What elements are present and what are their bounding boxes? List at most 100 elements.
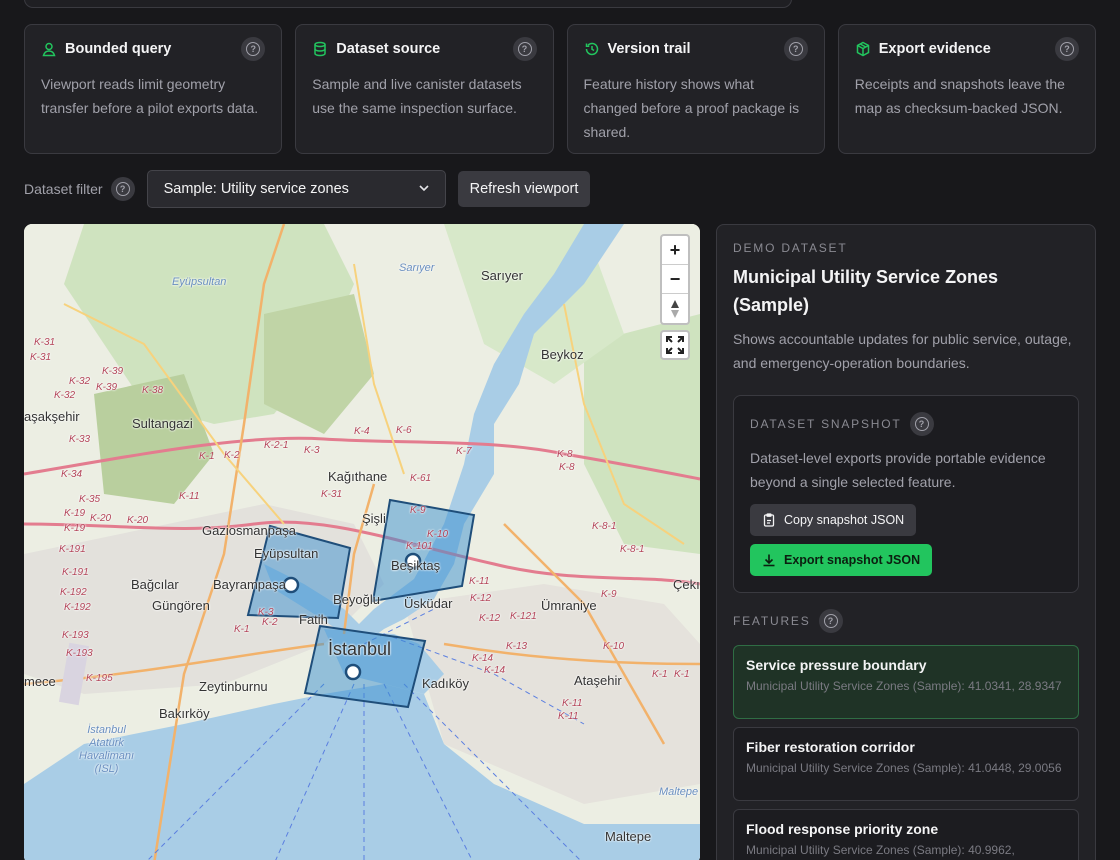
map-label: Maltepe bbox=[605, 829, 652, 844]
map-label: aşakşehir bbox=[24, 409, 80, 424]
copy-snapshot-button[interactable]: Copy snapshot JSON bbox=[750, 504, 917, 536]
compass-icon bbox=[671, 299, 679, 318]
road-label: K-191 bbox=[59, 544, 86, 555]
chevron-down-icon bbox=[419, 183, 429, 195]
top-bar-edge bbox=[24, 0, 792, 8]
road-label: K-19 bbox=[64, 508, 86, 519]
history-icon bbox=[584, 41, 600, 57]
database-icon bbox=[312, 41, 328, 57]
help-icon: ? bbox=[1060, 42, 1074, 56]
map-label: Maltepe bbox=[659, 786, 699, 798]
snapshot-box: DATASET SNAPSHOT ? Dataset-level exports… bbox=[733, 395, 1079, 593]
map-label: Şişli bbox=[362, 511, 386, 526]
map-label: Zeytinburnu bbox=[199, 679, 268, 694]
help-icon: ? bbox=[115, 182, 130, 196]
help-icon: ? bbox=[914, 417, 929, 431]
map-label: Bakırköy bbox=[159, 706, 210, 721]
panel-eyebrow: DEMO DATASET bbox=[733, 241, 848, 255]
package-icon bbox=[855, 41, 871, 57]
features-help-button[interactable]: ? bbox=[818, 609, 843, 633]
map-label: Güngören bbox=[152, 598, 210, 613]
road-label: K-38 bbox=[142, 385, 164, 396]
road-label: K-195 bbox=[86, 673, 113, 684]
road-label: K-20 bbox=[127, 515, 149, 526]
road-label: K-1 bbox=[199, 451, 215, 462]
road-label: K-4 bbox=[354, 426, 370, 437]
map-label: İstanbul bbox=[328, 639, 392, 659]
user-pin-icon bbox=[41, 41, 57, 57]
help-button[interactable]: ? bbox=[512, 37, 537, 61]
road-label: K-19 bbox=[64, 523, 86, 534]
road-label: K-20 bbox=[90, 513, 112, 524]
feature-subtitle: Municipal Utility Service Zones (Sample)… bbox=[746, 679, 1062, 693]
zoom-out-button[interactable]: − bbox=[662, 265, 688, 294]
map-label: Beyoğlu bbox=[333, 592, 380, 607]
road-label: K-33 bbox=[69, 434, 91, 445]
road-label: K-39 bbox=[102, 366, 124, 377]
road-label: K-2 bbox=[224, 450, 240, 461]
dataset-panel: DEMO DATASET Municipal Utility Service Z… bbox=[716, 224, 1096, 860]
road-label: K-101 bbox=[406, 541, 433, 552]
panel-description: Shows accountable updates for public ser… bbox=[733, 331, 1072, 371]
road-label: K-34 bbox=[61, 469, 83, 480]
card-title: Export evidence bbox=[878, 41, 991, 57]
map-label: İstanbul Atatürk Havalimanı (ISL) bbox=[79, 724, 135, 775]
fullscreen-button[interactable] bbox=[660, 330, 690, 360]
road-label: K-14 bbox=[472, 653, 494, 664]
snapshot-help-button[interactable]: ? bbox=[909, 412, 934, 436]
zoom-in-button[interactable]: + bbox=[662, 236, 688, 265]
road-label: K-10 bbox=[603, 641, 625, 652]
map-label: Beykoz bbox=[541, 347, 584, 362]
road-label: K-2-1 bbox=[264, 440, 289, 451]
zoom-control: + − bbox=[660, 234, 690, 325]
help-icon: ? bbox=[823, 614, 838, 628]
filter-label: Dataset filter bbox=[24, 181, 103, 197]
road-label: K-8-1 bbox=[592, 521, 617, 532]
road-label: K-10 bbox=[427, 529, 449, 540]
dataset-select[interactable]: Sample: Utility service zones bbox=[146, 170, 446, 208]
map-label: Fatih bbox=[299, 612, 328, 627]
feature-item[interactable]: Flood response priority zone Municipal U… bbox=[733, 809, 1079, 860]
help-button[interactable]: ? bbox=[783, 37, 808, 61]
feature-item[interactable]: Fiber restoration corridor Municipal Uti… bbox=[733, 727, 1079, 801]
export-snapshot-button[interactable]: Export snapshot JSON bbox=[750, 544, 933, 576]
download-icon bbox=[763, 554, 775, 567]
road-label: K-121 bbox=[510, 611, 537, 622]
copy-snapshot-label: Copy snapshot JSON bbox=[784, 513, 905, 527]
road-label: K-12 bbox=[470, 593, 492, 604]
filter-row: Dataset filter ? Sample: Utility service… bbox=[24, 170, 591, 208]
card-title: Version trail bbox=[607, 41, 691, 57]
help-icon: ? bbox=[517, 42, 532, 56]
road-label: K-1 bbox=[674, 669, 690, 680]
road-label: K-7 bbox=[456, 446, 472, 457]
road-label: K-31 bbox=[321, 489, 343, 500]
map-label: mece bbox=[24, 674, 56, 689]
card-export-evidence: Export evidence ? Receipts and snapshots… bbox=[837, 24, 1096, 154]
feature-item[interactable]: Service pressure boundary Municipal Util… bbox=[733, 645, 1079, 719]
map-view[interactable]: Sarıyer Sarıyer Eyüpsultan Beykoz aşakşe… bbox=[24, 224, 700, 860]
help-button[interactable]: ? bbox=[1055, 37, 1079, 61]
map-label: Sarıyer bbox=[399, 262, 435, 274]
compass-button[interactable] bbox=[662, 294, 688, 323]
map-label: Ümraniye bbox=[541, 598, 597, 613]
road-label: K-193 bbox=[62, 630, 89, 641]
road-label: K-9 bbox=[601, 589, 617, 600]
panel-title: Municipal Utility Service Zones (Sample) bbox=[733, 267, 999, 315]
help-icon: ? bbox=[246, 42, 261, 56]
map-label: Sultangazi bbox=[132, 416, 193, 431]
feature-subtitle: Municipal Utility Service Zones (Sample)… bbox=[746, 761, 1062, 775]
road-label: K-11 bbox=[469, 576, 490, 587]
road-label: K-192 bbox=[60, 587, 87, 598]
road-label: K-8 bbox=[559, 462, 575, 473]
road-label: K-191 bbox=[62, 567, 89, 578]
info-cards: Bounded query ? Viewport reads limit geo… bbox=[24, 24, 1096, 154]
filter-help-button[interactable]: ? bbox=[110, 177, 135, 201]
map-label: Bağcılar bbox=[131, 577, 179, 592]
map-label: Eyüpsultan bbox=[172, 276, 227, 288]
map-label: Kağıthane bbox=[328, 469, 388, 484]
refresh-viewport-button[interactable]: Refresh viewport bbox=[457, 171, 591, 207]
road-label: K-35 bbox=[79, 494, 101, 505]
map-label: Çekı bbox=[673, 577, 700, 592]
card-text: Feature history shows what changed befor… bbox=[583, 76, 800, 140]
road-label: K-2 bbox=[262, 617, 278, 628]
